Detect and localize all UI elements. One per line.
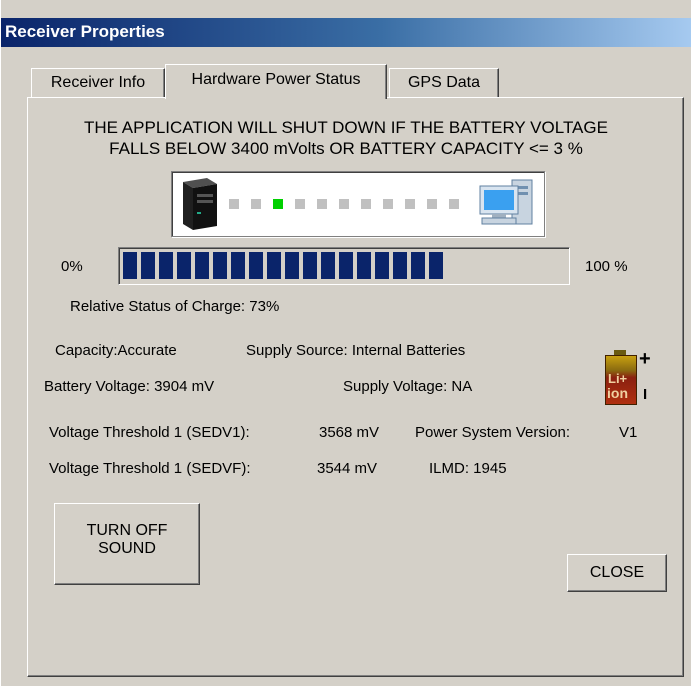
progress-block [375,252,389,279]
ilmd-text: ILMD: 1945 [429,460,507,477]
supply-source-text: Supply Source: Internal Batteries [246,342,466,359]
turn-off-sound-button[interactable]: TURN OFF SOUND [54,503,200,585]
connection-dot-active [273,199,283,209]
battery-ion-text: ion [607,385,628,401]
progress-block [159,252,173,279]
progress-block [141,252,155,279]
connection-dot [229,199,239,209]
progress-block [123,252,137,279]
tab-gps-data-label: GPS Data [407,74,481,91]
connection-dot [317,199,327,209]
connection-dot [449,199,459,209]
tab-gps-data[interactable]: GPS Data [389,68,499,97]
battery-voltage-text: Battery Voltage: 3904 mV [44,378,215,395]
window-title: Receiver Properties [5,22,165,41]
progress-max-label: 100 % [585,258,628,275]
turn-off-sound-line2: SOUND [98,540,156,557]
shutdown-warning-line1: THE APPLICATION WILL SHUT DOWN IF THE BA… [84,118,608,137]
progress-block [429,252,443,279]
progress-block [195,252,209,279]
sedv1-value: 3568 mV [319,424,380,441]
progress-block [339,252,353,279]
power-system-version-label: Power System Version: [415,424,571,441]
progress-block [285,252,299,279]
connection-dot [427,199,437,209]
supply-voltage-text: Supply Voltage: NA [343,378,473,395]
progress-block [267,252,281,279]
battery-plus-sign: + [639,348,651,370]
sedv1-label: Voltage Threshold 1 (SEDV1): [49,424,250,441]
progress-min-label: 0% [61,258,83,275]
close-button[interactable]: CLOSE [567,554,667,592]
connection-dot [339,199,349,209]
tab-hardware-power-status[interactable]: Hardware Power Status [165,64,387,99]
charge-progress-bar [118,247,570,285]
progress-block [249,252,263,279]
battery-minus-sign: I [643,386,648,403]
turn-off-sound-line1: TURN OFF [86,522,168,539]
tower-pc-icon [183,178,217,230]
desktop-computer-icon [479,179,533,225]
connection-dot [251,199,261,209]
progress-block [231,252,245,279]
connection-dot [405,199,415,209]
receiver-properties-window: Receiver Properties Receiver Info Hardwa… [0,0,691,686]
capacity-text: Capacity:Accurate [55,342,177,359]
tab-receiver-info-label: Receiver Info [50,74,146,91]
sedvf-label: Voltage Threshold 1 (SEDVF): [49,460,251,477]
shutdown-warning-line2: FALLS BELOW 3400 mVolts OR BATTERY CAPAC… [109,139,583,158]
tab-receiver-info[interactable]: Receiver Info [31,68,165,97]
progress-block [393,252,407,279]
progress-block [357,252,371,279]
progress-block [213,252,227,279]
charge-status-label: Relative Status of Charge: 73% [70,298,280,315]
progress-block [321,252,335,279]
power-system-version-value: V1 [619,424,638,441]
tab-hardware-power-status-label: Hardware Power Status [191,71,361,88]
connection-dot [383,199,393,209]
progress-block [303,252,317,279]
battery-li-text: Li+ [608,371,628,386]
connection-dot [361,199,371,209]
close-button-label: CLOSE [589,564,645,581]
sedvf-value: 3544 mV [317,460,378,477]
li-ion-battery-icon: Li+ ion + I [601,348,661,410]
progress-block [411,252,425,279]
connection-dot [295,199,305,209]
connection-status-box [171,171,545,237]
progress-block [177,252,191,279]
title-bar[interactable]: Receiver Properties [1,18,691,47]
